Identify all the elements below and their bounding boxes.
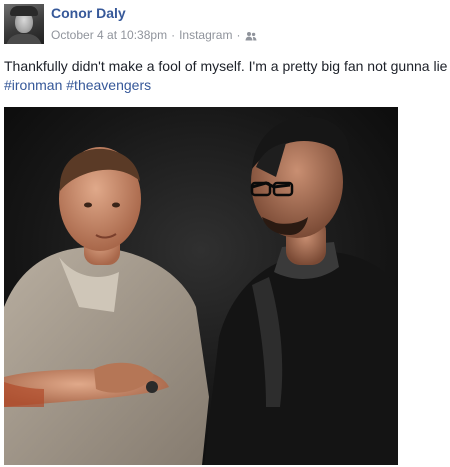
post-caption: Thankfully didn't make a fool of myself.… <box>4 57 448 95</box>
photo-illustration <box>4 107 398 465</box>
post-timestamp[interactable]: October 4 at 10:38pm <box>51 28 167 42</box>
friends-icon[interactable] <box>245 30 257 41</box>
post-meta: October 4 at 10:38pm · Instagram · <box>51 28 257 42</box>
author-avatar[interactable] <box>4 4 44 44</box>
caption-text: Thankfully didn't make a fool of myself.… <box>4 58 448 74</box>
meta-separator: · <box>236 28 241 42</box>
hashtag-link[interactable]: #theavengers <box>66 77 151 93</box>
post-photo[interactable] <box>4 107 398 465</box>
avatar-hair <box>10 6 38 16</box>
hashtag-link[interactable]: #ironman <box>4 77 62 93</box>
caption-hashtags: #ironman #theavengers <box>4 76 448 95</box>
post-source[interactable]: Instagram <box>179 28 232 42</box>
author-name[interactable]: Conor Daly <box>51 5 126 21</box>
avatar-shoulders <box>6 34 42 44</box>
meta-separator: · <box>171 28 176 42</box>
